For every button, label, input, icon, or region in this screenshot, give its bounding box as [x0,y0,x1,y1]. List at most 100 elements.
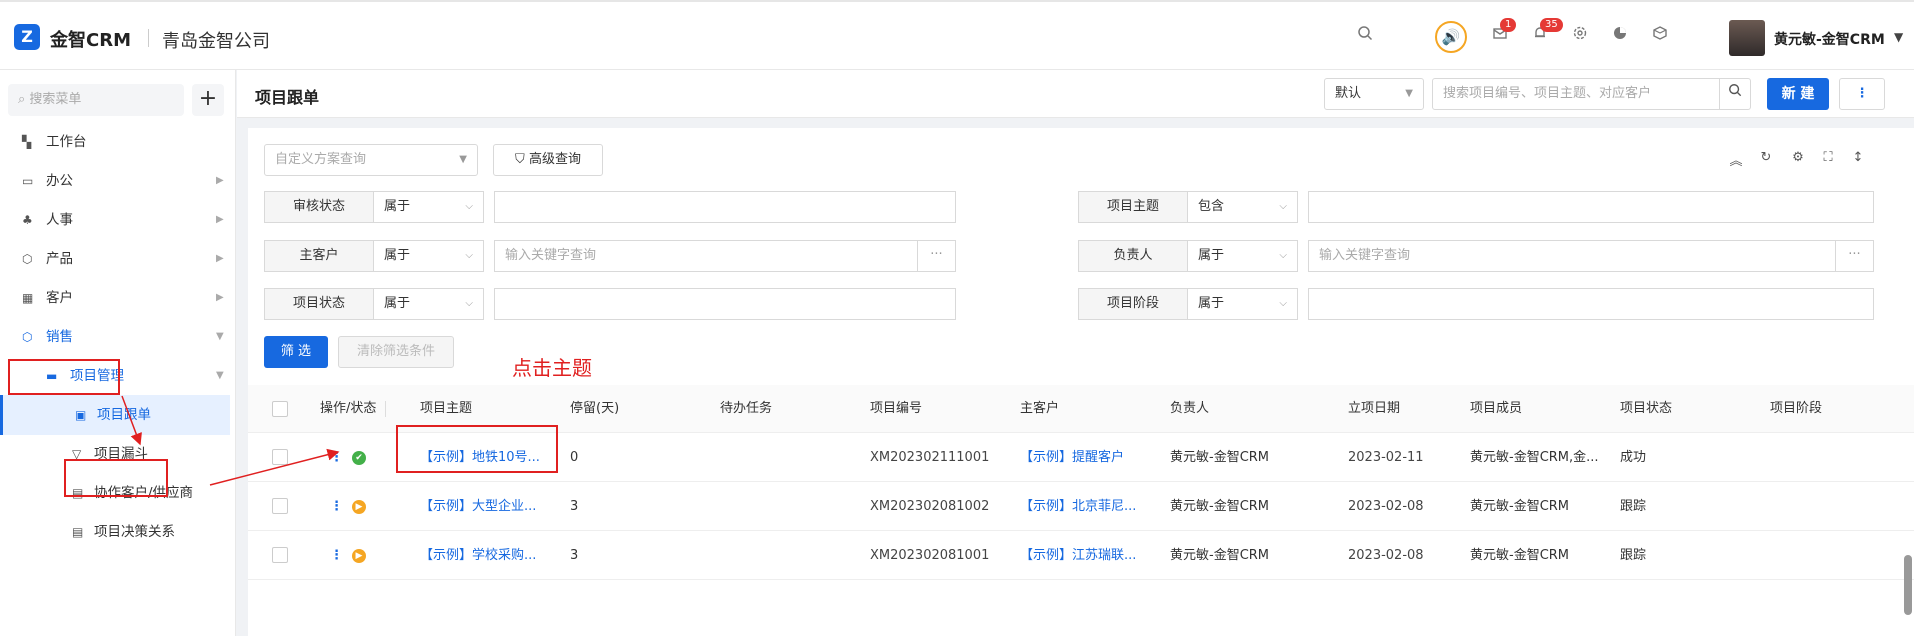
page-title: 项目跟单 [255,88,320,107]
col-header-owner[interactable]: 负责人 [1170,385,1209,433]
chevron-right-icon: ▶ [216,253,224,264]
status-tracking-icon: ▶ [352,549,366,563]
cell-state: 跟踪 [1620,548,1647,563]
filter-value-owner[interactable]: 输入关键字查询 [1308,240,1836,272]
refresh-icon[interactable]: ↻ [1756,150,1776,165]
annotation-text: 点击主题 [512,356,592,380]
row-checkbox[interactable] [272,547,288,563]
chevron-down-icon: ▼ [216,370,224,381]
more-button[interactable]: ⋮ [1839,78,1885,110]
sidebar-item-customer[interactable]: ▦ 客户 ▶ [0,278,230,318]
row-actions-icon[interactable]: ⋮ [330,433,343,482]
company-name[interactable]: 青岛金智公司 [162,27,270,53]
select-all-checkbox[interactable] [272,401,288,417]
scheme-select[interactable]: 自定义方案查询 ▼ [264,144,478,176]
cell-customer[interactable]: 【示例】江苏瑞联... [1020,531,1136,580]
col-header-code[interactable]: 项目编号 [870,385,922,433]
fullscreen-icon[interactable]: ⛶ [1818,150,1838,165]
menu-search-input[interactable]: ⌕ 搜索菜单 [8,84,184,116]
cell-owner: 黄元敏-金智CRM [1170,499,1270,514]
col-header-date[interactable]: 立项日期 [1348,385,1400,433]
row-checkbox[interactable] [272,498,288,514]
filter-op-project-stage[interactable]: 属于 ⌵ [1188,288,1298,320]
cell-customer[interactable]: 【示例】北京菲尼... [1020,482,1136,531]
filter-button[interactable]: 筛 选 [264,336,328,368]
customer-picker-button[interactable]: ··· [918,240,956,272]
cell-stay: 3 [570,499,579,514]
cell-subject[interactable]: 【示例】学校采购... [420,531,536,580]
add-menu-button[interactable]: + [192,84,224,116]
col-header-state[interactable]: 项目状态 [1620,385,1672,433]
row-height-icon[interactable]: ↕ [1848,150,1868,165]
cell-subject[interactable]: 【示例】大型企业... [420,482,536,531]
filter-value-subject[interactable] [1308,191,1874,223]
filter-op-customer[interactable]: 属于 ⌵ [374,240,484,272]
cell-stay: 3 [570,548,579,563]
row-actions-icon[interactable]: ⋮ [330,531,343,580]
highlight-box-subject [396,425,558,473]
sidebar-item-project-tracking[interactable]: ▣ 项目跟单 [0,395,230,435]
caret-down-icon[interactable]: ▼ [1894,30,1903,44]
sidebar-item-product[interactable]: ⬡ 产品 ▶ [0,239,230,279]
collapse-icon[interactable]: ︽ [1726,150,1746,169]
filter-op-owner[interactable]: 属于 ⌵ [1188,240,1298,272]
settings-icon[interactable]: ⚙ [1788,150,1808,165]
search-button[interactable] [1719,78,1751,110]
project-search-input[interactable]: 搜索项目编号、项目主题、对应客户 [1432,78,1720,110]
row-actions-icon[interactable]: ⋮ [330,482,343,531]
status-tracking-icon: ▶ [352,500,366,514]
sidebar-item-hr[interactable]: ♣ 人事 ▶ [0,200,230,240]
owner-picker-button[interactable]: ··· [1836,240,1874,272]
col-header-customer[interactable]: 主客户 [1020,385,1059,433]
sidebar-item-decision-relations[interactable]: ▤ 项目决策关系 [0,512,230,552]
table-row[interactable]: ⋮ ▶ 【示例】学校采购... 3 XM202302081001 【示例】江苏瑞… [248,531,1914,580]
filter-label-project-stage: 项目阶段 [1078,288,1188,320]
cell-customer[interactable]: 【示例】提醒客户 [1020,433,1124,482]
cell-code: XM202302081001 [870,548,990,563]
header-divider [148,29,149,47]
filter-op-subject[interactable]: 包含 ⌵ [1188,191,1298,223]
filter-value-project-stage[interactable] [1308,288,1874,320]
view-select[interactable]: 默认 ▼ [1324,78,1424,110]
sidebar-item-sales[interactable]: ⬡ 销售 ▼ [0,317,230,357]
col-header-stage[interactable]: 项目阶段 [1770,385,1822,433]
username[interactable]: 黄元敏-金智CRM [1774,29,1885,49]
row-checkbox[interactable] [272,449,288,465]
table-row[interactable]: ⋮ ▶ 【示例】大型企业... 3 XM202302081002 【示例】北京菲… [248,482,1914,531]
filter-icon: ⛉ [515,152,525,167]
caret-down-icon: ▼ [459,154,467,165]
mail-badge: 1 [1500,18,1517,32]
filter-op-audit-status[interactable]: 属于 ⌵ [374,191,484,223]
announcement-icon[interactable]: 🔊 [1435,21,1467,53]
chart-pie-icon[interactable] [1608,24,1632,48]
filter-value-project-status[interactable] [494,288,956,320]
sidebar-item-workbench[interactable]: ▚ 工作台 [0,122,230,162]
chevron-down-icon: ⌵ [465,250,473,261]
filter-value-audit-status[interactable] [494,191,956,223]
new-button[interactable]: 新 建 [1767,78,1829,110]
avatar[interactable] [1729,20,1765,56]
col-header-todo[interactable]: 待办任务 [720,385,772,433]
clear-filters-button[interactable]: 清除筛选条件 [338,336,454,368]
vertical-scrollbar[interactable] [1904,555,1912,615]
col-header-op: 操作/状态 [320,385,387,433]
cell-owner: 黄元敏-金智CRM [1170,548,1270,563]
cell-stay: 0 [570,450,579,465]
customer-icon: ▦ [22,291,34,305]
gear-icon[interactable] [1568,24,1592,48]
col-header-stay[interactable]: 停留(天) [570,385,619,433]
col-header-members[interactable]: 项目成员 [1470,385,1522,433]
filter-value-customer[interactable]: 输入关键字查询 [494,240,918,272]
mail-icon[interactable]: 1 [1488,18,1517,48]
cube-icon[interactable] [1648,24,1672,48]
filter-op-project-status[interactable]: 属于 ⌵ [374,288,484,320]
cell-members: 黄元敏-金智CRM [1470,548,1570,563]
cell-date: 2023-02-08 [1348,548,1424,563]
advanced-search-button[interactable]: ⛉ 高级查询 [493,144,603,176]
sidebar-item-office[interactable]: ▭ 办公 ▶ [0,161,230,201]
search-icon[interactable] [1353,24,1377,48]
filter-label-project-status: 项目状态 [264,288,374,320]
chevron-down-icon: ⌵ [1279,201,1287,212]
bell-icon[interactable]: 35 [1528,18,1563,48]
page-header: 项目跟单 默认 ▼ 搜索项目编号、项目主题、对应客户 新 建 ⋮ [237,70,1914,118]
